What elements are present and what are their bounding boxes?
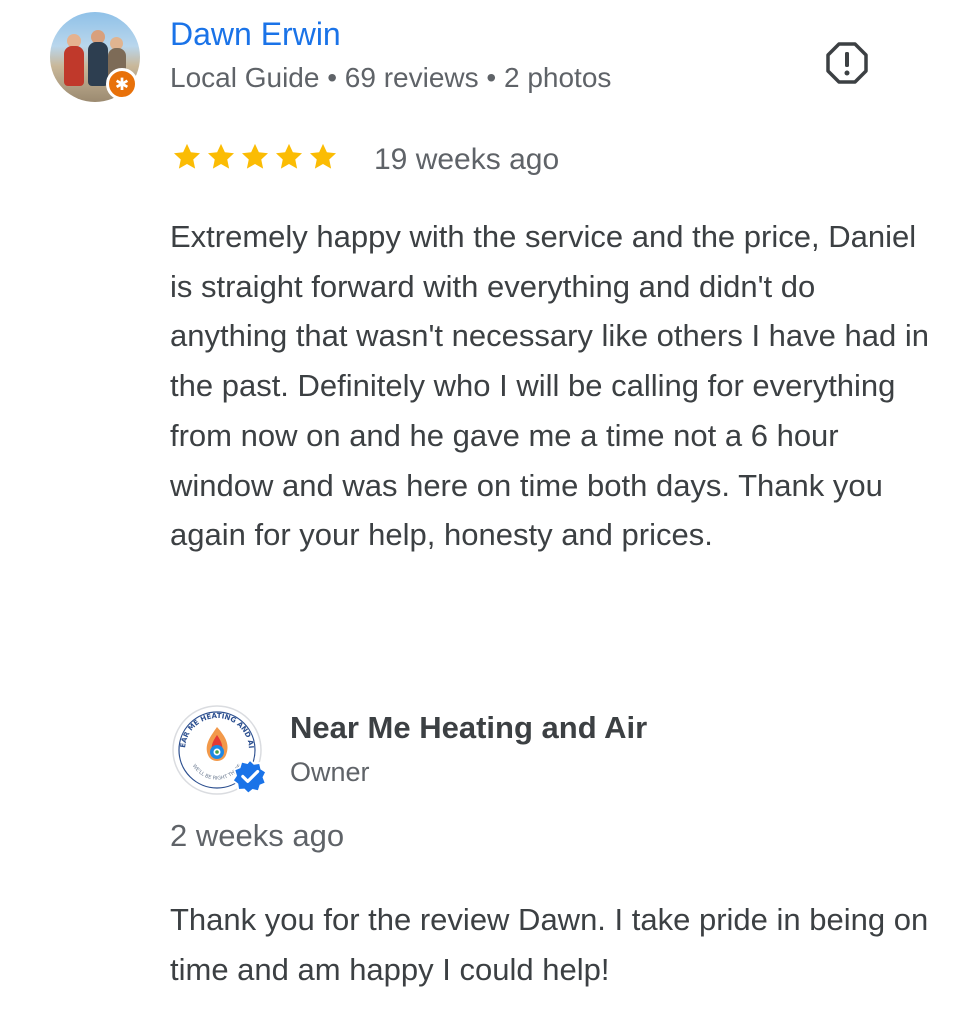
star-rating [172, 142, 338, 178]
star-icon [242, 143, 268, 169]
star-icon [174, 143, 200, 169]
star-icon [310, 143, 336, 169]
review-text: Extremely happy with the service and the… [170, 219, 929, 553]
review-card: ✱ Dawn Erwin Local Guide • 69 reviews • … [0, 0, 957, 1024]
star-icon [276, 143, 302, 169]
star-icon [208, 143, 234, 169]
local-guide-star-icon: ✱ [106, 68, 138, 100]
reviewer-avatar[interactable]: ✱ [50, 12, 140, 102]
owner-name: Near Me Heating and Air [290, 710, 648, 745]
reviewer-name[interactable]: Dawn Erwin [170, 16, 341, 53]
verified-badge-icon [232, 758, 268, 794]
reviewer-meta: Local Guide • 69 reviews • 2 photos [170, 62, 612, 93]
review-date: 19 weeks ago [374, 143, 560, 176]
owner-role: Owner [290, 757, 370, 787]
response-text: Thank you for the review Dawn. I take pr… [170, 902, 929, 987]
response-date: 2 weeks ago [170, 818, 345, 853]
report-flag-icon[interactable] [824, 40, 870, 86]
